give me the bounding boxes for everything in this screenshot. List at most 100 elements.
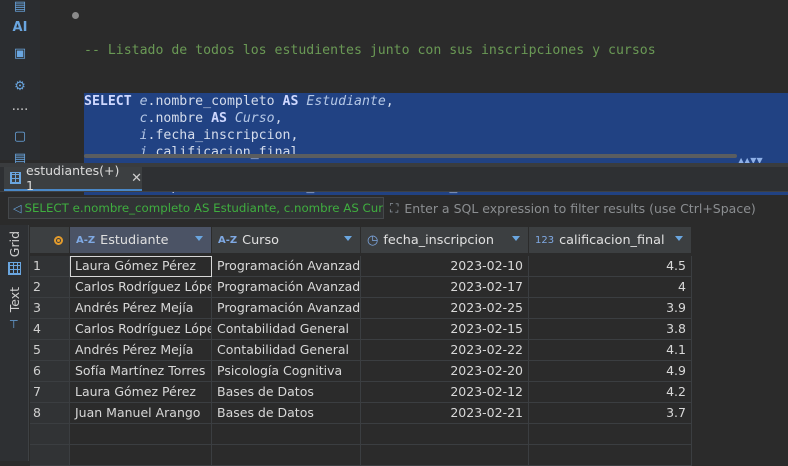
table-cell[interactable] <box>361 445 529 466</box>
code-token: SELECT <box>84 94 132 109</box>
row-number: 8 <box>30 403 70 424</box>
filter-input[interactable]: ⛶ Enter a SQL expression to filter resul… <box>388 197 788 219</box>
table-cell[interactable]: Psicología Cognitiva <box>212 361 361 382</box>
table-cell[interactable]: Bases de Datos <box>212 403 361 424</box>
table-row[interactable]: 1 Laura Gómez Pérez Programación Avanzada 2… <box>30 256 692 277</box>
close-icon[interactable]: ✕ <box>131 171 142 186</box>
sql-icon: ◁ <box>13 201 22 215</box>
table-cell[interactable]: 4.1 <box>529 340 692 361</box>
text-icon[interactable]: ⊤ <box>9 318 19 331</box>
table-cell[interactable]: 2023-02-15 <box>361 319 529 340</box>
col-fecha-inscripcion-header[interactable]: ◷ fecha_inscripcion <box>361 227 529 253</box>
fold-marker-icon[interactable] <box>72 12 79 19</box>
chevron-down-icon[interactable] <box>675 236 683 241</box>
table-cell[interactable]: Sofía Martínez Torres <box>70 361 212 382</box>
table-cell[interactable] <box>70 445 212 466</box>
table-row[interactable]: 2 Carlos Rodríguez López Programación Avan… <box>30 277 692 298</box>
table-cell[interactable]: 2023-02-22 <box>361 340 529 361</box>
col-estudiante-header[interactable]: A-Z Estudiante <box>70 227 212 253</box>
row-number <box>30 445 70 466</box>
table-cell[interactable] <box>212 424 361 445</box>
table-cell[interactable]: Laura Gómez Pérez <box>70 382 212 403</box>
table-cell[interactable] <box>212 445 361 466</box>
table-cell[interactable]: 2023-02-21 <box>361 403 529 424</box>
editor-horizontal-scrollbar[interactable] <box>84 154 737 158</box>
table-cell[interactable]: Juan Manuel Arango <box>70 403 212 424</box>
editor-gutter <box>40 0 80 160</box>
database-icon[interactable]: ▢ <box>10 128 30 146</box>
gear-icon[interactable]: ⚙ <box>10 78 30 96</box>
table-cell[interactable]: 2023-02-17 <box>361 277 529 298</box>
table-cell[interactable]: 4 <box>529 277 692 298</box>
table-cell[interactable]: 2023-02-20 <box>361 361 529 382</box>
column-type-icon: 123 <box>535 234 555 246</box>
chevron-down-icon[interactable] <box>195 236 203 241</box>
table-cell[interactable]: 2023-02-10 <box>361 256 529 277</box>
table-row[interactable] <box>30 424 692 445</box>
table-row[interactable]: 4 Carlos Rodríguez López Contabilidad Gene… <box>30 319 692 340</box>
table-cell[interactable]: 4.5 <box>529 256 692 277</box>
row-number: 7 <box>30 382 70 403</box>
table-cell[interactable]: 2023-02-25 <box>361 298 529 319</box>
column-type-icon: ◷ <box>367 232 379 248</box>
table-row[interactable] <box>30 445 692 466</box>
table-cell[interactable]: 4.2 <box>529 382 692 403</box>
table-cell[interactable]: Carlos Rodríguez López <box>70 277 212 298</box>
table-row[interactable]: 3 Andrés Pérez Mejía Programación Avanzada… <box>30 298 692 319</box>
table-cell[interactable]: Programación Avanzada <box>212 298 361 319</box>
table-cell[interactable] <box>70 424 212 445</box>
chevron-down-icon[interactable] <box>512 236 520 241</box>
code-token: i <box>139 128 148 143</box>
left-toolbar: ▤ AI ▣ ⚙ ···· ▢ ▤ <box>0 0 41 166</box>
more-icon[interactable]: ···· <box>10 102 30 120</box>
tab-estudiantes[interactable]: estudiantes(+) 1 ✕ <box>4 163 142 193</box>
code-comment: -- Listado de todos los estudientes junt… <box>84 43 656 58</box>
col-calificacion-final-header[interactable]: 123 calificacion_final <box>529 227 692 253</box>
table-row[interactable]: 5 Andrés Pérez Mejía Contabilidad General 2… <box>30 340 692 361</box>
code-line: SELECT e.nombre_completo AS Estudiante, <box>84 93 788 110</box>
table-cell[interactable] <box>361 424 529 445</box>
table-cell[interactable]: 3.8 <box>529 319 692 340</box>
table-cell[interactable]: 3.9 <box>529 298 692 319</box>
chevron-down-icon[interactable] <box>344 236 352 241</box>
table-cell[interactable] <box>529 445 692 466</box>
code-line: c.nombre AS Curso, <box>84 110 788 127</box>
table-row[interactable]: 7 Laura Gómez Pérez Bases de Datos 2023-02-… <box>30 382 692 403</box>
table-cell[interactable]: Programación Avanzada <box>212 256 361 277</box>
tab-grid[interactable]: Grid <box>7 231 23 257</box>
settings-icon[interactable] <box>54 236 63 245</box>
column-name: fecha_inscripcion <box>383 232 494 248</box>
ai-icon[interactable]: AI <box>10 19 30 37</box>
table-cell[interactable]: 3.7 <box>529 403 692 424</box>
table-cell[interactable]: Programación Avanzada <box>212 277 361 298</box>
col-curso-header[interactable]: A-Z Curso <box>212 227 361 253</box>
grid-icon[interactable] <box>8 262 21 275</box>
table-cell[interactable]: Bases de Datos <box>212 382 361 403</box>
table-cell[interactable]: 4.9 <box>529 361 692 382</box>
table-row[interactable]: 6 Sofía Martínez Torres Psicología Cogniti… <box>30 361 692 382</box>
table-row[interactable]: 8 Juan Manuel Arango Bases de Datos 2023-02… <box>30 403 692 424</box>
sql-editor[interactable]: -- Listado de todos los estudientes junt… <box>40 0 788 212</box>
tab-text[interactable]: Text <box>7 287 23 312</box>
code-token: AS <box>211 111 227 126</box>
table-cell[interactable]: Andrés Pérez Mejía <box>70 340 212 361</box>
table-cell[interactable]: Andrés Pérez Mejía <box>70 298 212 319</box>
table-cell[interactable] <box>529 424 692 445</box>
results-grid[interactable]: A-Z Estudiante A-Z Curso ◷ fecha_inscripcion 1… <box>30 227 788 466</box>
table-cell[interactable]: 2023-02-12 <box>361 382 529 403</box>
table-cell[interactable]: Laura Gómez Pérez <box>70 256 212 277</box>
table-cell[interactable]: Contabilidad General <box>212 319 361 340</box>
row-number: 1 <box>30 256 70 277</box>
row-number: 3 <box>30 298 70 319</box>
code-token: AS <box>282 94 299 109</box>
terminal-icon[interactable]: ▣ <box>10 45 30 63</box>
table-cell[interactable]: Contabilidad General <box>212 340 361 361</box>
row-number-header[interactable] <box>30 227 70 253</box>
table-cell[interactable]: Carlos Rodríguez López <box>70 319 212 340</box>
sql-query-preview[interactable]: ◁ SELECT e.nombre_completo AS Estudiante… <box>8 197 384 219</box>
file-icon[interactable]: ▤ <box>10 0 30 16</box>
expand-icon[interactable]: ⛶ <box>390 201 398 216</box>
